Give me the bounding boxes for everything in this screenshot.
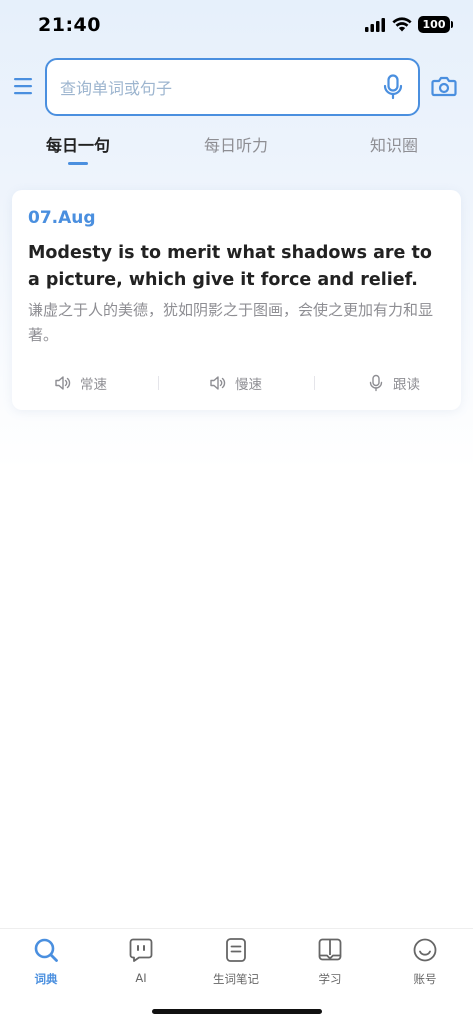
nav-label: 账号 bbox=[413, 972, 437, 986]
home-indicator bbox=[152, 1009, 322, 1014]
nav-label: 学习 bbox=[318, 972, 342, 986]
nav-account[interactable]: 账号 bbox=[385, 937, 465, 993]
action-divider bbox=[158, 376, 159, 390]
action-divider bbox=[314, 376, 315, 390]
speaker-icon bbox=[55, 376, 71, 390]
sentence-date: 07.Aug bbox=[28, 208, 96, 228]
nav-dictionary[interactable]: 词典 bbox=[6, 937, 86, 993]
nav-study[interactable]: 学习 bbox=[290, 937, 370, 993]
play-normal-speed-button[interactable]: 常速 bbox=[54, 372, 107, 394]
tab-bar: 每日一句 每日听力 知识圈 bbox=[0, 132, 473, 172]
action-label: 常速 bbox=[80, 377, 107, 393]
sentence-english: Modesty is to merit what shadows are to … bbox=[28, 243, 432, 290]
read-along-button[interactable]: 跟读 bbox=[367, 372, 420, 394]
nav-ai[interactable]: AI bbox=[101, 937, 181, 993]
status-bar: 21:40 100 bbox=[0, 0, 473, 52]
active-tab-indicator bbox=[68, 162, 88, 165]
daily-sentence-card: 07.Aug Modesty is to merit what shadows … bbox=[12, 190, 461, 410]
play-slow-speed-button[interactable]: 慢速 bbox=[209, 372, 262, 394]
status-time: 21:40 bbox=[38, 14, 101, 36]
camera-icon[interactable] bbox=[431, 74, 457, 98]
ai-chat-icon bbox=[129, 938, 153, 962]
tab-daily-listening[interactable]: 每日听力 bbox=[204, 132, 268, 156]
nav-label: 生词笔记 bbox=[213, 972, 259, 986]
search-box bbox=[45, 58, 420, 116]
nav-label: AI bbox=[135, 971, 147, 985]
notes-icon bbox=[226, 938, 246, 962]
search-icon bbox=[34, 938, 58, 962]
battery-icon: 100 bbox=[418, 16, 453, 33]
nav-vocab-notes[interactable]: 生词笔记 bbox=[196, 937, 276, 993]
search-input[interactable] bbox=[60, 74, 360, 102]
action-label: 慢速 bbox=[235, 377, 262, 393]
wifi-icon bbox=[392, 17, 412, 32]
tab-knowledge-circle[interactable]: 知识圈 bbox=[370, 132, 418, 156]
signal-icon bbox=[365, 18, 385, 32]
battery-level: 100 bbox=[422, 18, 446, 31]
tab-daily-sentence[interactable]: 每日一句 bbox=[46, 132, 110, 156]
action-label: 跟读 bbox=[393, 377, 420, 393]
menu-icon[interactable] bbox=[12, 76, 34, 96]
microphone-icon[interactable] bbox=[383, 74, 403, 100]
microphone-icon bbox=[369, 374, 383, 392]
sentence-translation: 谦虚之于人的美德，犹如阴影之于图画，会使之更加有力和显著。 bbox=[28, 301, 434, 344]
nav-label: 词典 bbox=[34, 972, 58, 986]
sentence-actions: 常速 慢速 跟读 bbox=[12, 372, 461, 394]
book-icon bbox=[318, 938, 342, 961]
smiley-icon bbox=[413, 938, 437, 962]
speaker-icon bbox=[210, 376, 226, 390]
